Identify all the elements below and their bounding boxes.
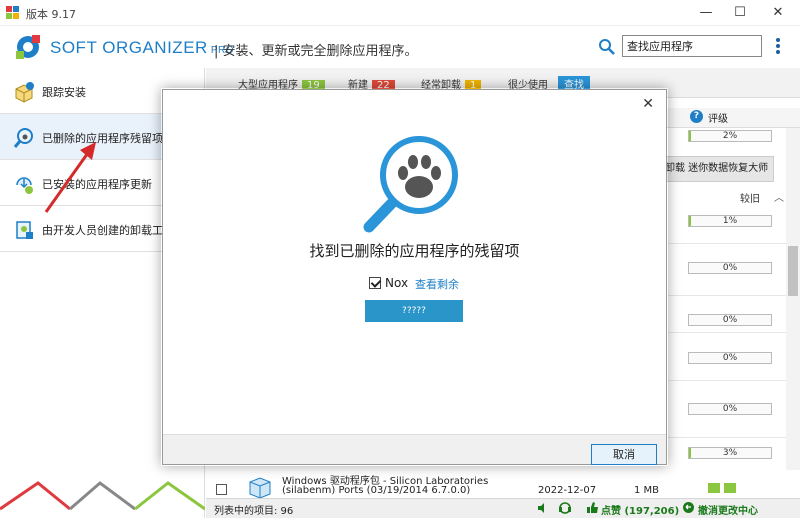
- rating-bar: 1%: [688, 215, 772, 227]
- list-item-size: 1 MB: [634, 485, 660, 496]
- rating-bar: 2%: [688, 130, 772, 142]
- developer-uninstaller-icon: [16, 221, 33, 239]
- more-menu-icon[interactable]: [774, 36, 782, 56]
- close-window-button[interactable]: ✕: [760, 0, 796, 26]
- nox-checkbox[interactable]: [369, 277, 381, 289]
- row-divider: [668, 243, 788, 244]
- package-icon: [249, 477, 271, 498]
- row-divider: [668, 295, 788, 296]
- rating-bar: 3%: [688, 447, 772, 459]
- dialog-close-button[interactable]: ✕: [642, 96, 654, 112]
- minimize-button[interactable]: —: [688, 0, 724, 26]
- search-input[interactable]: 查找应用程序: [622, 35, 762, 57]
- rating-indicator-icon: [708, 483, 736, 493]
- list-item-subtitle: (silabenm) Ports (03/19/2014 6.7.0.0): [282, 485, 471, 496]
- list-item-date: 2022-12-07: [538, 485, 597, 496]
- leftovers-dialog: ✕ 找到已删除的应用程序的残留项 Nox 查看剩余 ????? 取消: [162, 89, 667, 465]
- title-bar: 版本 9.17 — ☐ ✕: [0, 0, 800, 26]
- undo-changes-center[interactable]: 撤消更改中心: [698, 502, 758, 517]
- list-scrollbar[interactable]: [786, 128, 800, 498]
- row-checkbox[interactable]: [216, 484, 227, 495]
- sidebar-item-label: 由开发人员创建的卸载工: [42, 224, 163, 237]
- view-leftovers-link[interactable]: 查看剩余: [415, 276, 459, 292]
- leftovers-search-icon: [13, 128, 33, 148]
- like-icon[interactable]: [586, 501, 599, 514]
- app-header: SOFT ORGANIZER PRO | 安装、更新或完全删除应用程序。 查找应用…: [0, 26, 800, 68]
- rating-column-header[interactable]: 评级: [708, 110, 728, 125]
- help-icon[interactable]: ?: [690, 110, 703, 123]
- tracking-package-icon: [15, 82, 34, 103]
- rating-bar: 0%: [688, 262, 772, 274]
- row-divider: [668, 437, 788, 438]
- soft-organizer-logo-icon: [16, 35, 40, 59]
- decorative-wave-graphic: [0, 481, 205, 511]
- dialog-title: 找到已删除的应用程序的残留项: [309, 242, 520, 260]
- rating-bar: 0%: [688, 352, 772, 364]
- rating-bar: 0%: [688, 403, 772, 415]
- search-icon[interactable]: [598, 38, 616, 56]
- cancel-button[interactable]: 取消: [591, 444, 657, 465]
- rating-bar: 0%: [688, 314, 772, 326]
- app-logo-icon: [6, 6, 19, 19]
- uninstall-button[interactable]: 卸载 迷你数据恢复大师: [660, 156, 774, 182]
- found-app-label: Nox: [385, 276, 409, 290]
- sort-arrow-icon[interactable]: ︿: [774, 189, 784, 204]
- sort-label[interactable]: 较旧: [740, 190, 760, 205]
- row-divider: [668, 332, 788, 333]
- likes-counter[interactable]: 点赞 (197,206): [601, 502, 679, 517]
- progress-button[interactable]: ?????: [365, 300, 463, 322]
- paw-magnifier-icon: [363, 136, 458, 233]
- row-divider: [668, 380, 788, 381]
- scrollbar-thumb[interactable]: [788, 246, 798, 296]
- sidebar-item-label: 跟踪安装: [42, 86, 86, 99]
- annotation-arrow-icon: [44, 142, 96, 213]
- speaker-icon[interactable]: [536, 501, 550, 515]
- item-count: 列表中的项目: 96: [214, 506, 294, 517]
- tagline: | 安装、更新或完全删除应用程序。: [214, 44, 418, 59]
- window-title: 版本 9.17: [26, 8, 76, 21]
- undo-center-icon[interactable]: [682, 501, 695, 514]
- update-icon: [16, 177, 33, 194]
- support-icon[interactable]: [558, 501, 572, 515]
- maximize-button[interactable]: ☐: [722, 0, 758, 26]
- brand-name: SOFT ORGANIZER PRO: [50, 38, 234, 57]
